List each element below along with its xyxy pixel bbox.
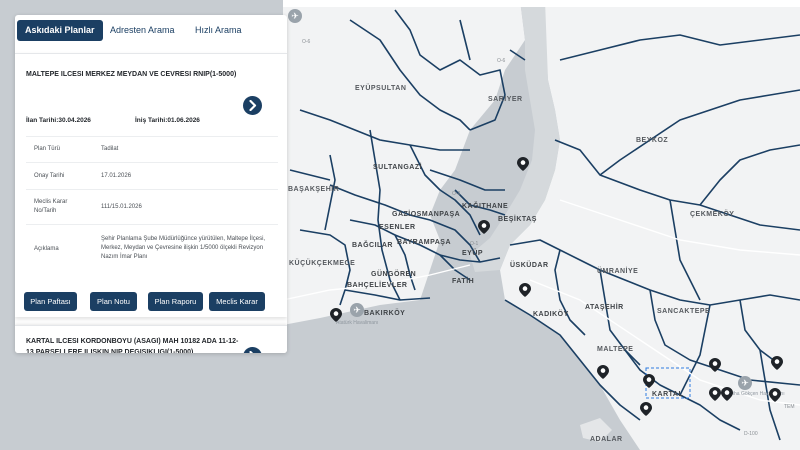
plan-notu-button[interactable]: Plan Notu (90, 292, 137, 311)
district-label: ESENLER (379, 224, 416, 231)
road-label: O-6 (302, 39, 311, 45)
open-plan-button[interactable] (243, 347, 262, 353)
plan-raporu-button[interactable]: Plan Raporu (148, 292, 203, 311)
plan-card: KARTAL ILCESI KORDONBOYU (ASAGI) MAH 101… (15, 325, 287, 353)
airport-icon: ✈ (738, 376, 752, 390)
district-label: BAKIRKÖY (364, 310, 406, 317)
tab-askidaki-planlar[interactable]: Askıdaki Planlar (17, 20, 103, 41)
detail-key: Onay Tarihi (34, 173, 65, 179)
district-label: BAHÇELİEVLER (347, 282, 408, 289)
plan-card: MALTEPE ILCESI MERKEZ MEYDAN VE CEVRESI … (15, 53, 287, 317)
road-label: D-100 (744, 431, 758, 437)
detail-row: Plan Türü Tadilat (26, 136, 278, 163)
district-label: SARIYER (488, 96, 523, 103)
road-label: O-1 (470, 241, 479, 247)
road-label: O-6 (497, 58, 506, 64)
plan-marker-icon[interactable] (330, 308, 342, 322)
road-label: O-2 (452, 191, 461, 197)
detail-key: Açıklama (34, 246, 59, 252)
district-label: ADALAR (590, 436, 623, 443)
hang-date-value: 30.04.2026 (58, 117, 91, 124)
detail-key: Plan Türü (34, 146, 60, 152)
district-label: BAYRAMPAŞA (397, 239, 452, 246)
district-label: GAZİOSMANPAŞA (392, 211, 461, 218)
chevron-right-icon (249, 351, 254, 353)
plan-marker-icon[interactable] (643, 374, 655, 388)
district-label: BAĞCILAR (352, 242, 393, 249)
detail-value: Şehir Planlama Şube Müdürlüğünce yürütül… (101, 236, 266, 260)
end-date: İniş Tarihi:01.06.2026 (135, 117, 200, 124)
tab-adresten-arama[interactable]: Adresten Arama (110, 20, 175, 41)
district-label: GÜNGÖREN (371, 271, 417, 278)
airport-icon: ✈ (288, 9, 302, 23)
meclis-karar-button[interactable]: Meclis Karar (209, 292, 265, 311)
district-label: KARTAL (652, 391, 684, 398)
district-label: SANCAKTEPE (657, 308, 711, 315)
district-label: BEYKOZ (636, 137, 669, 144)
detail-row: Meclis Karar No/Tarih 111/15.01.2026 (26, 190, 278, 225)
district-label: KADIKÖY (533, 311, 569, 318)
airport-label: Atatürk Havalimanı (336, 320, 379, 326)
tab-hizli-arama[interactable]: Hızlı Arama (195, 20, 242, 41)
plan-marker-icon[interactable] (517, 157, 529, 171)
district-label: MALTEPE (597, 346, 634, 353)
detail-row: Onay Tarihi 17.01.2026 (26, 163, 278, 190)
district-label: ÜMRANİYE (597, 268, 639, 275)
plans-panel: Askıdaki Planlar Adresten Arama Hızlı Ar… (15, 15, 287, 353)
district-label: FATİH (452, 278, 475, 285)
open-plan-button[interactable] (243, 96, 262, 115)
plan-paftasi-button[interactable]: Plan Paftası (24, 292, 77, 311)
end-date-label: İniş Tarihi: (135, 117, 168, 124)
plan-marker-icon[interactable] (771, 356, 783, 370)
plan-title[interactable]: MALTEPE ILCESI MERKEZ MEYDAN VE CEVRESI … (26, 69, 241, 80)
plan-marker-icon[interactable] (721, 387, 733, 401)
district-label: ATAŞEHİR (585, 304, 624, 311)
district-label: ÜSKÜDAR (510, 262, 549, 269)
detail-row: Açıklama Şehir Planlama Şube Müdürlüğünc… (26, 225, 278, 275)
plan-marker-icon[interactable] (769, 388, 781, 402)
hang-date-label: İlan Tarihi: (26, 117, 59, 124)
plan-marker-icon[interactable] (519, 283, 531, 297)
district-label: EYÜPSULTAN (355, 85, 407, 92)
plan-marker-icon[interactable] (640, 402, 652, 416)
district-label: ÇEKMEKÖY (690, 211, 735, 218)
detail-value: 17.01.2026 (101, 173, 132, 179)
district-label: BAŞAKŞEHİR (288, 186, 340, 193)
plan-marker-icon[interactable] (478, 220, 490, 234)
road-label: TEM (784, 404, 795, 410)
hang-date: İlan Tarihi:30.04.2026 (26, 117, 91, 124)
detail-key: Meclis Karar No/Tarih (34, 199, 68, 214)
plan-marker-icon[interactable] (709, 387, 721, 401)
airport-icon: ✈ (350, 303, 364, 317)
tab-bar: Askıdaki Planlar Adresten Arama Hızlı Ar… (15, 15, 287, 47)
plan-title[interactable]: KARTAL ILCESI KORDONBOYU (ASAGI) MAH 101… (26, 336, 241, 353)
district-label: KAĞITHANE (462, 203, 509, 210)
detail-value: Tadilat (101, 146, 119, 152)
end-date-value: 01.06.2026 (167, 117, 200, 124)
plan-marker-icon[interactable] (709, 358, 721, 372)
chevron-right-icon (249, 100, 257, 111)
district-label: SULTANGAZİ (373, 164, 423, 171)
detail-value: 111/15.01.2026 (101, 204, 142, 210)
plan-marker-icon[interactable] (597, 365, 609, 379)
district-label: KÜÇÜKÇEKMECE (289, 260, 356, 267)
district-label: BEŞİKTAŞ (498, 216, 537, 223)
district-label: EYÜP (462, 250, 484, 257)
